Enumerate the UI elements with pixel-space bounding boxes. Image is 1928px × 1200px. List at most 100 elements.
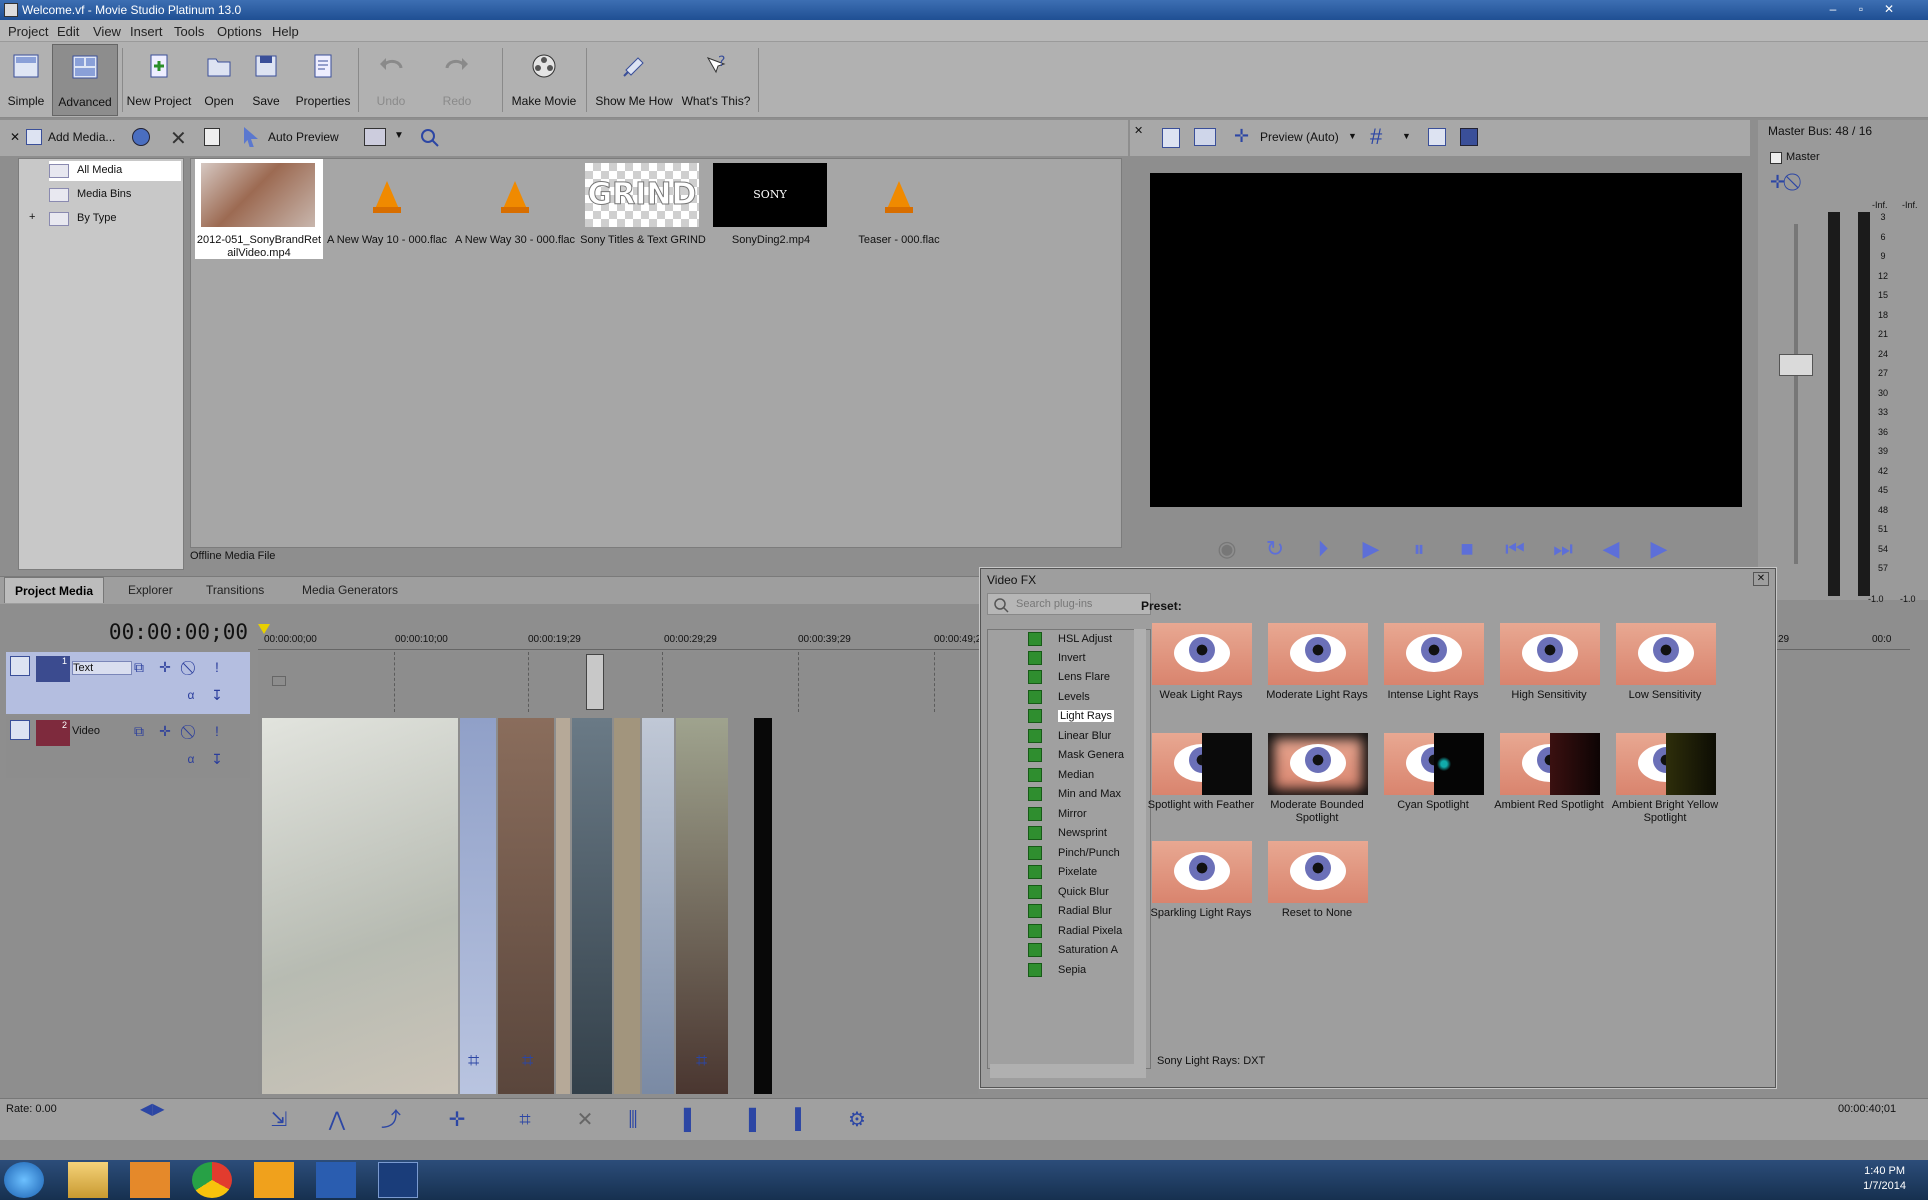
preset-item[interactable]: Weak Light Rays	[1143, 623, 1259, 731]
next-frame-icon[interactable]: ▶	[1644, 534, 1674, 564]
preset-item[interactable]: Intense Light Rays	[1375, 623, 1491, 731]
show-me-how-button[interactable]: Show Me How	[592, 44, 676, 116]
media-player-taskbar-icon[interactable]	[254, 1162, 294, 1198]
loop-icon[interactable]: ↻	[1260, 534, 1290, 564]
normal-edit-tool-icon[interactable]: ⇲	[264, 1105, 294, 1135]
word-taskbar-icon[interactable]	[316, 1162, 356, 1198]
menu-help[interactable]: Help	[272, 24, 299, 39]
movie-studio-taskbar-icon[interactable]	[378, 1162, 418, 1198]
video-event-clip[interactable]	[556, 718, 570, 1094]
plugin-item[interactable]: Mask Genera	[1028, 746, 1144, 766]
rate-slider-icon[interactable]: ◀▶	[140, 1099, 165, 1119]
gear-icon[interactable]: ⚙	[842, 1105, 872, 1135]
compositing-mode-icon[interactable]: α	[182, 686, 200, 704]
delete-icon[interactable]: ✕	[570, 1105, 600, 1135]
plugin-item[interactable]: Pixelate	[1028, 863, 1144, 883]
crop-icon[interactable]: ⌗	[510, 1105, 540, 1135]
track-header-video[interactable]: 2 Video ⧉ ✛ ⃠ ! α ↧	[6, 716, 250, 778]
track-name[interactable]: Video	[72, 725, 132, 737]
properties-button[interactable]: Properties	[292, 44, 354, 116]
media-item[interactable]: 2012-051_SonyBrandRet ailVideo.mp4	[195, 159, 323, 259]
trim-start-icon[interactable]: ▌	[676, 1105, 706, 1135]
outlook-taskbar-icon[interactable]	[130, 1162, 170, 1198]
track-motion-icon[interactable]: ✛	[156, 722, 174, 740]
media-item[interactable]: Teaser - 000.flac	[835, 159, 963, 259]
copy-snapshot-icon[interactable]	[1428, 128, 1446, 146]
mute-icon[interactable]: ⃠	[182, 722, 200, 740]
video-event-clip[interactable]	[676, 718, 728, 1094]
simple-button[interactable]: Simple	[4, 44, 48, 116]
preset-item[interactable]: High Sensitivity	[1491, 623, 1607, 731]
plugin-item[interactable]: Levels	[1028, 688, 1144, 708]
globe-icon[interactable]	[132, 128, 150, 146]
menu-project[interactable]: Project	[8, 24, 48, 39]
make-compositing-child-icon[interactable]: ↧	[208, 750, 226, 768]
chrome-taskbar-icon[interactable]	[192, 1162, 232, 1198]
plugin-item[interactable]: Lens Flare	[1028, 668, 1144, 688]
split-icon[interactable]: ⫼	[618, 1105, 648, 1135]
plugin-item[interactable]: Radial Pixela	[1028, 922, 1144, 942]
tab-transitions[interactable]: Transitions	[196, 577, 274, 603]
tab-explorer[interactable]: Explorer	[118, 577, 183, 603]
envelope-tool-icon[interactable]: ⋀	[322, 1105, 352, 1135]
undo-button[interactable]: Undo	[366, 44, 416, 116]
plugin-item[interactable]: Quick Blur	[1028, 883, 1144, 903]
tree-media-bins[interactable]: Media Bins	[49, 185, 181, 205]
fx-icon[interactable]: ✛	[1770, 172, 1785, 193]
mute-icon[interactable]: ⃠	[182, 658, 200, 676]
plugin-item[interactable]: Invert	[1028, 649, 1144, 669]
crop-icon[interactable]: ⌗	[522, 1050, 533, 1073]
plugin-item[interactable]: Newsprint	[1028, 824, 1144, 844]
compositing-mode-icon[interactable]: α	[182, 750, 200, 768]
playhead-marker[interactable]	[258, 624, 270, 634]
start-button[interactable]	[4, 1162, 44, 1198]
make-compositing-child-icon[interactable]: ↧	[208, 686, 226, 704]
solo-icon[interactable]: !	[208, 658, 226, 676]
go-to-end-icon[interactable]: ⏭	[1548, 534, 1578, 564]
preset-item[interactable]: Moderate Bounded Spotlight	[1259, 733, 1375, 841]
video-event-clip[interactable]	[460, 718, 496, 1094]
plugin-item[interactable]: Pinch/Punch	[1028, 844, 1144, 864]
video-event-clip[interactable]	[642, 718, 674, 1094]
system-clock[interactable]: 1:40 PM 1/7/2014	[1863, 1164, 1906, 1194]
media-item[interactable]: A New Way 10 - 000.flac	[323, 159, 451, 259]
split-screen-icon[interactable]: ✛	[1234, 126, 1249, 147]
video-event-clip[interactable]	[262, 718, 458, 1094]
plugin-search-input[interactable]: Search plug-ins	[987, 593, 1151, 615]
close-window-button[interactable]: ✕	[1876, 1, 1902, 18]
preset-item[interactable]: Cyan Spotlight	[1375, 733, 1491, 841]
media-properties-icon[interactable]	[204, 128, 220, 146]
plugin-item[interactable]: Mirror	[1028, 805, 1144, 825]
event-pan-crop-icon[interactable]: ✛	[442, 1105, 472, 1135]
maximize-button[interactable]: ▫	[1848, 1, 1874, 18]
media-item[interactable]: SONY SonyDing2.mp4	[707, 159, 835, 259]
timeline-timecode[interactable]: 00:00:00;00	[8, 620, 248, 650]
play-icon[interactable]: ▶	[1356, 534, 1386, 564]
go-to-start-icon[interactable]: ⏮	[1500, 534, 1530, 564]
explorer-taskbar-icon[interactable]	[68, 1162, 108, 1198]
menu-insert[interactable]: Insert	[130, 24, 163, 39]
solo-icon[interactable]: !	[208, 722, 226, 740]
tab-media-generators[interactable]: Media Generators	[292, 577, 408, 603]
media-item[interactable]: A New Way 30 - 000.flac	[451, 159, 579, 259]
track-name[interactable]: Text	[72, 661, 132, 675]
track-minimize-icon[interactable]	[10, 656, 30, 676]
close-panel-icon[interactable]: ✕	[10, 130, 20, 144]
play-from-start-icon[interactable]: ⏵	[1308, 534, 1338, 564]
track-header-text[interactable]: 1 Text ⧉ ✛ ⃠ ! α ↧	[6, 652, 250, 714]
preset-item[interactable]: Ambient Red Spotlight	[1491, 733, 1607, 841]
open-button[interactable]: Open	[198, 44, 240, 116]
menu-options[interactable]: Options	[217, 24, 262, 39]
close-dialog-button[interactable]: ✕	[1753, 572, 1769, 586]
advanced-button[interactable]: Advanced	[52, 44, 118, 116]
track-fx-icon[interactable]: ⧉	[130, 658, 148, 676]
plugin-item[interactable]: Median	[1028, 766, 1144, 786]
close-panel-icon[interactable]: ✕	[1134, 124, 1143, 137]
external-monitor-icon[interactable]	[1194, 128, 1216, 146]
save-snapshot-icon[interactable]	[1460, 128, 1478, 146]
save-button[interactable]: Save	[244, 44, 288, 116]
previous-frame-icon[interactable]: ◀	[1596, 534, 1626, 564]
preset-item[interactable]: Ambient Bright Yellow Spotlight	[1607, 733, 1723, 841]
preset-item[interactable]: Reset to None	[1259, 841, 1375, 949]
text-event-clip[interactable]	[586, 654, 604, 710]
